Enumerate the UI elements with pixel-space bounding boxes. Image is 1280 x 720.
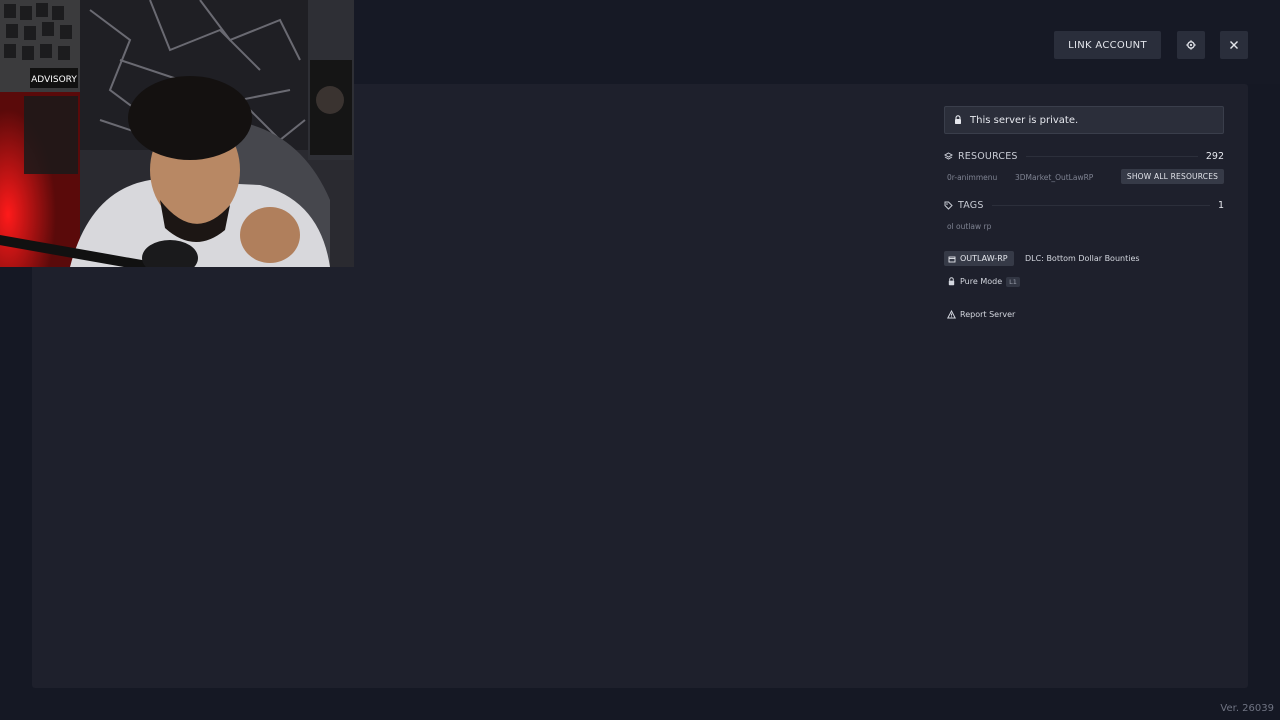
divider: [1025, 155, 1198, 157]
settings-button[interactable]: [1177, 31, 1205, 59]
pure-mode-level: L1: [1006, 276, 1020, 287]
tag-icon: [944, 201, 953, 210]
version-label: Ver. 26039: [1220, 703, 1274, 714]
private-notice-text: This server is private.: [970, 114, 1079, 126]
show-all-resources-button[interactable]: SHOW ALL RESOURCES: [1121, 169, 1224, 184]
resource-chip[interactable]: 0r-animmenu: [944, 170, 1000, 184]
link-account-button[interactable]: LINK ACCOUNT: [1054, 31, 1161, 59]
box-icon: [948, 256, 956, 262]
close-icon: [1230, 41, 1238, 49]
resources-header: RESOURCES 292: [944, 149, 1224, 163]
project-badge[interactable]: OUTLAW-RP: [944, 251, 1014, 266]
dlc-badge-label: DLC: Bottom Dollar Bounties: [1025, 254, 1140, 263]
resources-count: 292: [1205, 150, 1224, 162]
tags-count: 1: [1217, 199, 1224, 211]
layers-icon: [944, 151, 953, 160]
tags-label: TAGS: [958, 199, 984, 211]
project-badge-label: OUTLAW-RP: [960, 254, 1008, 263]
resources-label: RESOURCES: [958, 150, 1018, 162]
dlc-badge: DLC: Bottom Dollar Bounties: [1021, 251, 1144, 266]
gear-icon: [1186, 40, 1196, 50]
tag-chip[interactable]: ol outlaw rp: [944, 219, 994, 233]
webcam-image: ADVISORY: [0, 0, 354, 267]
report-server-link[interactable]: Report Server: [947, 307, 1015, 321]
webcam-overlay: ADVISORY: [0, 0, 354, 267]
divider: [991, 204, 1210, 206]
app-window: LINK ACCOUNT ADVISORY This server is pri…: [0, 0, 1280, 720]
report-server-label: Report Server: [960, 309, 1016, 319]
svg-text:ADVISORY: ADVISORY: [31, 75, 77, 85]
pure-mode-label: Pure Mode: [960, 277, 1003, 286]
private-server-notice: This server is private.: [944, 106, 1224, 134]
tags-header: TAGS 1: [944, 198, 1224, 212]
lock-icon: [948, 277, 955, 286]
close-button[interactable]: [1220, 31, 1248, 59]
warning-icon: [947, 309, 956, 318]
resource-chip[interactable]: 3DMarket_OutLawRP: [1012, 170, 1096, 184]
lock-icon: [955, 115, 961, 124]
pure-mode-badge: Pure Mode L1: [944, 274, 1024, 289]
